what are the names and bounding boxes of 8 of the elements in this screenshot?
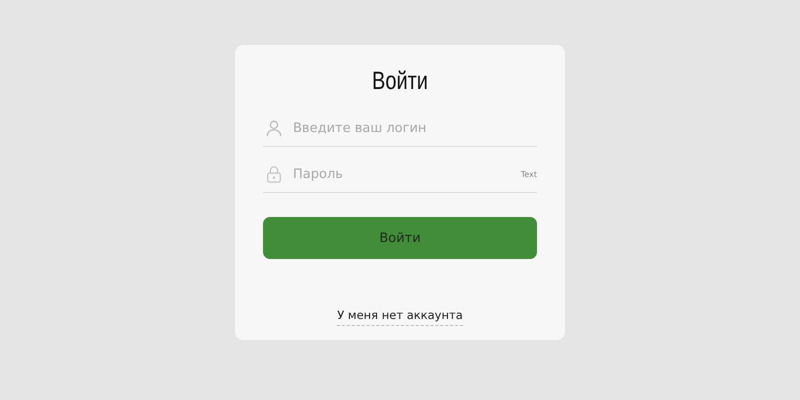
password-field[interactable]: Пароль bbox=[293, 166, 521, 182]
login-field[interactable]: Введите ваш логин bbox=[293, 120, 537, 136]
user-icon bbox=[265, 119, 283, 137]
show-password-toggle[interactable]: Text bbox=[520, 170, 537, 178]
form-title: Войти bbox=[372, 67, 428, 96]
lock-icon bbox=[265, 165, 283, 183]
register-link[interactable]: У меня нет аккаунта bbox=[337, 308, 463, 326]
login-button[interactable]: Войти bbox=[263, 217, 537, 259]
